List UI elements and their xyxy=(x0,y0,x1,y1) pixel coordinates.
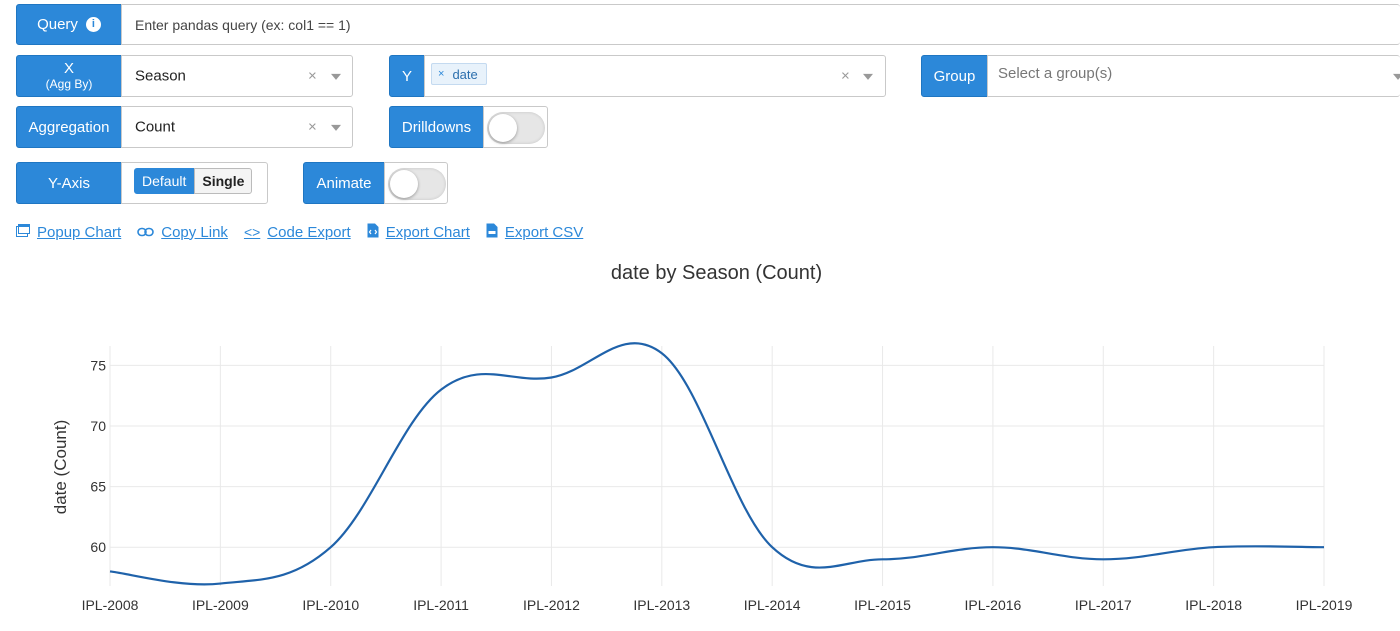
data-point[interactable] xyxy=(880,556,886,562)
chip-remove-icon[interactable]: × xyxy=(438,68,444,80)
file-code-icon xyxy=(367,223,379,241)
y-axis-default-button[interactable]: Default xyxy=(134,168,195,194)
chart-title: date by Season (Count) xyxy=(610,262,823,284)
data-point[interactable] xyxy=(217,581,223,587)
x-tick-label: IPL-2013 xyxy=(633,597,690,613)
x-tick-label: IPL-2009 xyxy=(192,597,249,613)
x-field-clear-icon[interactable]: × xyxy=(308,68,317,85)
y-field-clear-icon[interactable]: × xyxy=(841,68,850,85)
x-tick-label: IPL-2016 xyxy=(964,597,1021,613)
data-point[interactable] xyxy=(107,568,113,574)
query-label-text: Query xyxy=(37,16,78,33)
query-label: Query i xyxy=(16,4,122,45)
line-chart: 60 65 70 75 IPL-2008 IPL-2009 IPL-2010 IPL-201… xyxy=(51,342,1353,613)
x-field-chevron-down-icon[interactable] xyxy=(331,73,341,80)
toggle-knob xyxy=(390,170,418,198)
y-axis-label: Y-Axis xyxy=(16,162,122,204)
x-field-select[interactable]: Season × xyxy=(121,55,353,97)
x-field-label-sub: (Agg By) xyxy=(45,76,93,91)
x-tick-label: IPL-2012 xyxy=(523,597,580,613)
window-icon xyxy=(16,224,30,240)
y-field-label-text: Y xyxy=(401,67,412,85)
animate-label: Animate xyxy=(303,162,385,204)
data-point[interactable] xyxy=(548,375,554,381)
group-label: Group xyxy=(921,55,988,97)
info-icon[interactable]: i xyxy=(85,17,101,32)
data-point[interactable] xyxy=(659,350,665,356)
y-field-chevron-down-icon[interactable] xyxy=(863,73,873,80)
x-tick-label: IPL-2019 xyxy=(1296,597,1353,613)
drilldowns-label-text: Drilldowns xyxy=(401,118,472,136)
data-point[interactable] xyxy=(1321,544,1327,550)
export-chart-link[interactable]: Export Chart xyxy=(367,223,470,241)
code-icon: <> xyxy=(243,224,261,240)
aggregation-select[interactable]: Count × xyxy=(121,106,353,148)
drilldowns-toggle-box xyxy=(483,106,548,148)
group-chevron-down-icon[interactable] xyxy=(1393,73,1400,80)
group-select[interactable]: Select a group(s) xyxy=(987,55,1400,97)
aggregation-label: Aggregation xyxy=(16,106,122,148)
group-label-text: Group xyxy=(933,67,976,85)
x-tick-label: IPL-2014 xyxy=(744,597,801,613)
copy-link-link[interactable]: Copy Link xyxy=(137,224,228,241)
popup-chart-text: Popup Chart xyxy=(37,223,122,241)
drilldowns-label: Drilldowns xyxy=(389,106,484,148)
y-chip-label: date xyxy=(452,66,478,82)
x-tick-label: IPL-2018 xyxy=(1185,597,1242,613)
y-field-select[interactable]: × date × xyxy=(424,55,886,97)
code-export-link[interactable]: <> Code Export xyxy=(244,224,351,241)
chart-actions: Popup Chart Copy Link <> Code Export Expo… xyxy=(16,223,599,241)
group-placeholder: Select a group(s) xyxy=(998,64,1113,82)
toggle-knob xyxy=(489,114,517,142)
animate-label-text: Animate xyxy=(316,174,372,192)
x-field-label-main: X xyxy=(63,60,74,78)
link-icon xyxy=(137,225,155,240)
animate-toggle-box xyxy=(384,162,448,204)
code-export-text: Code Export xyxy=(267,223,351,241)
y-axis-title: date (Count) xyxy=(51,420,70,515)
y-tick-label: 60 xyxy=(90,539,106,555)
y-axis-options: Default Single xyxy=(121,162,268,204)
y-chip-date: × date xyxy=(431,63,487,85)
data-point[interactable] xyxy=(1211,544,1217,550)
x-tick-label: IPL-2010 xyxy=(302,597,359,613)
export-csv-link[interactable]: Export CSV xyxy=(486,223,583,241)
data-point[interactable] xyxy=(438,387,444,393)
query-input-box[interactable]: Enter pandas query (ex: col1 == 1) xyxy=(121,4,1400,45)
y-axis-single-button[interactable]: Single xyxy=(194,168,253,194)
data-point[interactable] xyxy=(328,544,334,550)
x-tick-label: IPL-2011 xyxy=(413,597,469,613)
export-chart-text: Export Chart xyxy=(385,223,470,241)
popup-chart-link[interactable]: Popup Chart xyxy=(16,224,121,241)
copy-link-text: Copy Link xyxy=(161,223,228,241)
query-input[interactable]: Enter pandas query (ex: col1 == 1) xyxy=(135,17,351,33)
y-field-label: Y xyxy=(389,55,425,97)
drilldowns-toggle[interactable] xyxy=(487,112,545,144)
y-tick-label: 65 xyxy=(90,479,106,495)
x-tick-label: IPL-2008 xyxy=(82,597,139,613)
animate-toggle[interactable] xyxy=(388,168,446,200)
x-tick-label: IPL-2015 xyxy=(854,597,911,613)
y-axis-label-text: Y-Axis xyxy=(48,174,90,192)
file-csv-icon xyxy=(486,223,498,241)
x-field-label: X (Agg By) xyxy=(16,55,122,97)
aggregation-clear-icon[interactable]: × xyxy=(308,119,317,136)
y-tick-label: 70 xyxy=(90,418,106,434)
data-point[interactable] xyxy=(990,544,996,550)
export-csv-text: Export CSV xyxy=(504,223,584,241)
aggregation-value: Count xyxy=(135,118,176,136)
series-line xyxy=(109,342,1325,586)
data-point[interactable] xyxy=(1100,556,1106,562)
x-field-value: Season xyxy=(135,67,186,85)
aggregation-chevron-down-icon[interactable] xyxy=(331,124,341,131)
aggregation-label-text: Aggregation xyxy=(28,118,110,136)
x-tick-label: IPL-2017 xyxy=(1075,597,1132,613)
y-axis-segmented: Default Single xyxy=(134,168,253,194)
y-tick-label: 75 xyxy=(90,357,106,373)
data-point[interactable] xyxy=(769,544,775,550)
